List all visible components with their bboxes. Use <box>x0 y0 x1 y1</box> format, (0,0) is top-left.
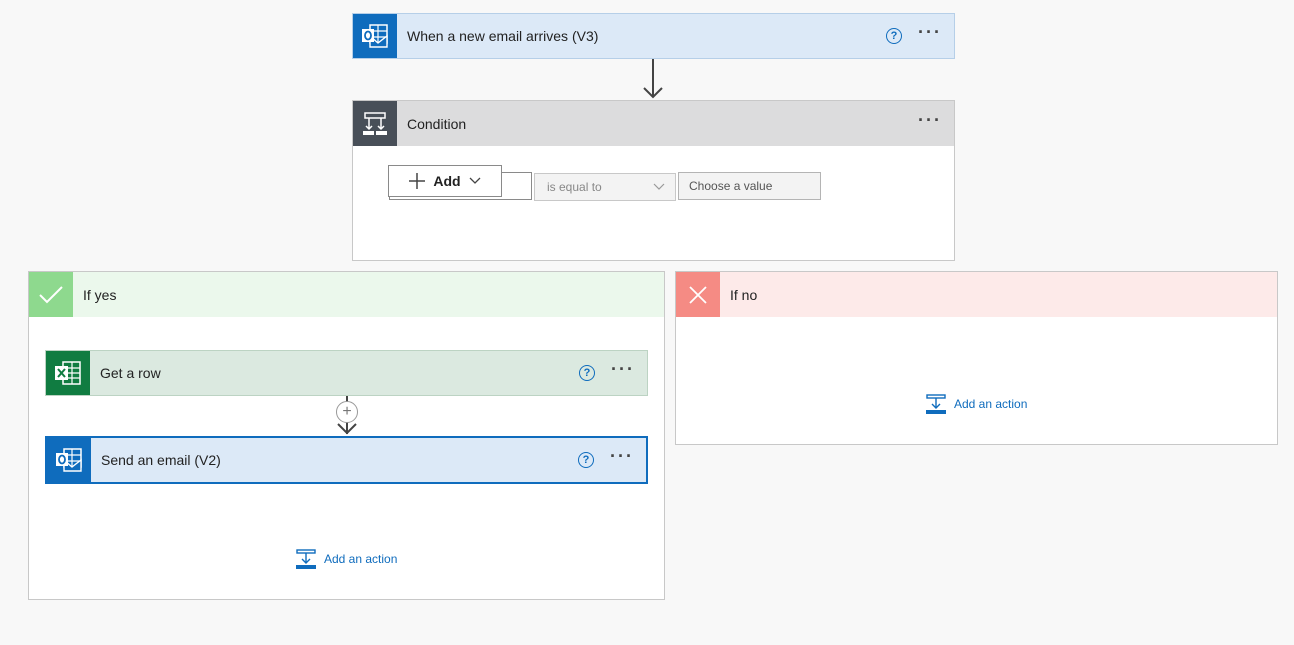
close-icon <box>676 272 720 317</box>
trigger-title: When a new email arrives (V3) <box>407 28 599 44</box>
arrow-head-icon <box>643 87 663 99</box>
outlook-icon <box>353 14 397 58</box>
action-title: Get a row <box>100 365 161 381</box>
excel-icon <box>46 351 90 395</box>
more-options-button[interactable]: ··· <box>610 447 634 469</box>
add-an-action-button[interactable]: Add an action <box>926 394 1027 414</box>
insert-step-button[interactable]: + <box>336 401 358 423</box>
help-icon[interactable]: ? <box>579 365 596 381</box>
if-no-title: If no <box>730 286 758 303</box>
help-icon[interactable]: ? <box>578 452 595 468</box>
add-action-icon <box>926 394 946 414</box>
checkmark-icon <box>29 272 73 317</box>
trigger-header[interactable]: When a new email arrives (V3) ? ··· <box>353 14 954 58</box>
outlook-icon <box>47 438 91 482</box>
condition-card[interactable]: Condition ··· Choose a value is equal to… <box>352 100 955 261</box>
condition-right-value-input[interactable]: Choose a value <box>678 172 821 200</box>
chevron-down-icon <box>469 177 481 184</box>
send-email-card[interactable]: Send an email (V2) ? ··· <box>45 436 648 484</box>
trigger-card[interactable]: When a new email arrives (V3) ? ··· <box>352 13 955 59</box>
arrow-head-icon <box>337 423 357 435</box>
if-yes-title: If yes <box>83 286 117 303</box>
add-an-action-label: Add an action <box>324 552 398 566</box>
condition-operator-select[interactable]: is equal to <box>534 173 676 201</box>
get-a-row-card[interactable]: Get a row ? ··· <box>45 350 648 396</box>
more-options-button[interactable]: ··· <box>611 360 635 382</box>
add-an-action-button[interactable]: Add an action <box>296 549 397 569</box>
add-button-label: Add <box>433 173 461 189</box>
if-yes-header[interactable]: If yes <box>29 272 664 317</box>
if-no-branch: If no Add an action <box>675 271 1278 445</box>
condition-icon <box>353 101 397 146</box>
condition-title: Condition <box>407 115 467 132</box>
more-options-button[interactable]: ··· <box>918 111 942 133</box>
plus-icon <box>409 173 426 189</box>
add-action-icon <box>296 549 316 569</box>
add-an-action-label: Add an action <box>954 397 1028 411</box>
condition-header[interactable]: Condition ··· <box>353 101 954 146</box>
get-a-row-header[interactable]: Get a row ? ··· <box>46 351 647 395</box>
add-condition-button[interactable]: Add <box>388 165 502 197</box>
operator-label: is equal to <box>547 180 602 194</box>
more-options-button[interactable]: ··· <box>918 23 942 45</box>
if-yes-branch: If yes Get a row ? ··· + Send an email (… <box>28 271 665 600</box>
send-email-header[interactable]: Send an email (V2) ? ··· <box>47 438 646 482</box>
help-icon[interactable]: ? <box>886 28 903 44</box>
action-title: Send an email (V2) <box>101 452 221 468</box>
chevron-down-icon <box>653 183 665 190</box>
if-no-header[interactable]: If no <box>676 272 1277 317</box>
